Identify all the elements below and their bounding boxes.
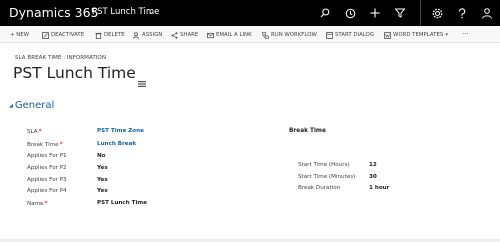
dialog-icon [326,31,333,39]
share-label: SHARE [180,32,199,38]
word-icon [384,31,391,39]
page-title: PST Lunch Time [13,64,136,82]
app-name[interactable]: Dynamics 365 [9,5,98,20]
run-workflow-button[interactable]: RUN WORKFLOW [262,30,317,40]
start-dialog-label: START DIALOG [335,32,375,38]
email-link-label: EMAIL A LINK [216,32,252,38]
deactivate-label: DEACTIVATE [51,32,85,38]
start-minutes-label: Start Time (Minutes) [298,174,356,180]
applies-p4-label: Applies For P4 [27,188,67,194]
applies-p4-value[interactable]: Yes [97,188,108,194]
plus-icon[interactable] [368,6,382,20]
start-hours-value[interactable]: 12 [369,162,377,168]
trash-icon [95,32,102,39]
break-time-heading: Break Time [289,128,326,134]
break-duration-label: Break Duration [298,185,341,191]
deactivate-icon [42,31,49,39]
command-bar: + NEW DEACTIVATE DELETE ASSIGN SHARE EMA… [0,26,500,43]
breadcrumb-chevron-icon[interactable]: ⌄ [148,7,155,16]
filter-icon[interactable] [393,6,407,20]
break-time-label-text: Break Time [27,142,59,148]
break-time-label: Break Time* [27,141,63,148]
applies-p2-label: Applies For P2 [27,165,67,171]
word-templates-label: WORD TEMPLATES [393,32,444,38]
applies-p3-label: Applies For P3 [27,177,67,183]
applies-p3-value[interactable]: Yes [97,177,108,183]
form-selector-icon[interactable] [138,72,146,91]
break-time-value-link[interactable]: Lunch Break [97,141,136,147]
assign-label: ASSIGN [142,32,163,38]
sla-label-text: SLA [27,129,38,135]
history-icon[interactable] [343,6,357,20]
start-dialog-button[interactable]: START DIALOG [326,30,374,40]
workflow-icon [262,31,269,39]
share-icon [171,31,178,39]
collapse-triangle-icon: ◢ [9,102,13,109]
required-marker: * [44,200,48,207]
new-label: + NEW [10,32,29,38]
user-icon[interactable] [480,6,494,20]
required-marker: * [59,141,63,148]
more-commands-button[interactable]: ··· [462,29,469,39]
section-title: General [14,100,55,111]
required-marker: * [38,128,42,135]
gear-icon[interactable] [430,6,444,20]
applies-p1-label: Applies For P1 [27,153,67,159]
search-icon[interactable] [318,6,332,20]
applies-p2-value[interactable]: Yes [97,165,108,171]
chevron-down-icon: ▾ [445,32,448,38]
name-label-text: Name [27,201,44,207]
delete-label: DELETE [104,32,125,38]
delete-button[interactable]: DELETE [95,30,125,40]
email-icon [207,32,214,39]
new-button[interactable]: + NEW [10,30,29,40]
start-hours-label: Start Time (Hours) [298,162,350,168]
share-button[interactable]: SHARE [171,30,198,40]
start-minutes-value[interactable]: 30 [369,174,377,180]
top-nav-bar: Dynamics 365 PST Lunch Time ⌄ [0,0,500,26]
help-icon[interactable] [455,6,469,20]
applies-p1-value[interactable]: No [97,153,106,159]
name-label: Name* [27,200,48,207]
word-templates-button[interactable]: WORD TEMPLATES ▾ [384,30,448,40]
name-value[interactable]: PST Lunch Time [97,200,147,206]
deactivate-button[interactable]: DEACTIVATE [42,30,84,40]
sla-value-link[interactable]: PST Time Zone [97,128,144,134]
email-link-button[interactable]: EMAIL A LINK [207,30,252,40]
break-duration-value[interactable]: 1 hour [369,185,389,191]
section-general-toggle[interactable]: ◢ General [9,100,54,111]
entity-label: SLA BREAK TIME : INFORMATION [15,55,107,61]
run-workflow-label: RUN WORKFLOW [271,32,317,38]
assign-button[interactable]: ASSIGN [133,30,162,40]
more-icon: ··· [462,30,469,38]
sla-label: SLA* [27,128,42,135]
nav-divider [420,0,421,26]
assign-icon [133,31,140,39]
